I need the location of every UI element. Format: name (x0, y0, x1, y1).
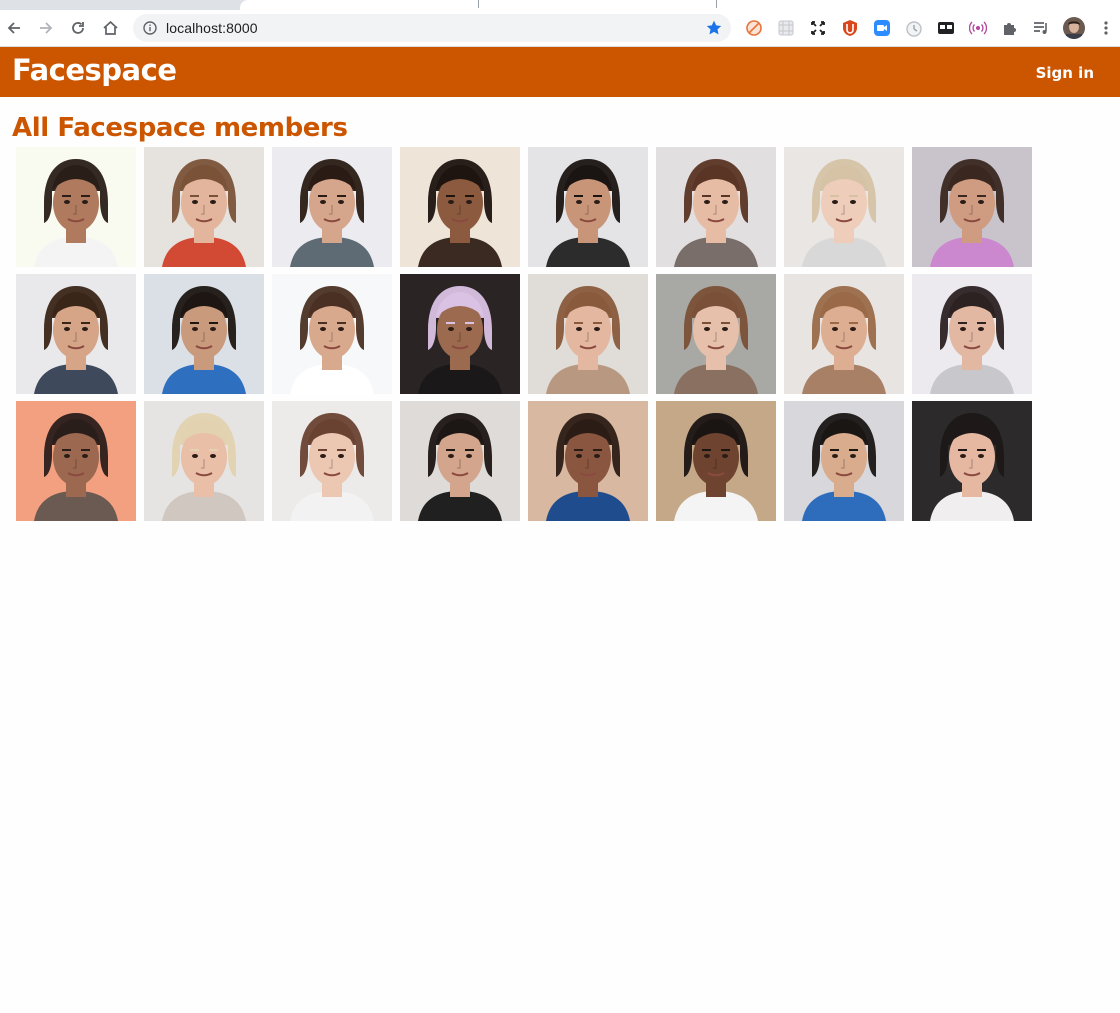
browser-menu-button[interactable] (1096, 18, 1116, 38)
member-avatar-tile[interactable] (144, 401, 264, 521)
tab-separator (478, 0, 479, 8)
extensions-button[interactable] (1000, 18, 1020, 38)
member-avatar-tile[interactable] (272, 401, 392, 521)
site-info-icon[interactable] (143, 21, 157, 35)
member-photo (912, 274, 1032, 394)
member-avatar-tile[interactable] (400, 147, 520, 267)
member-avatar-tile[interactable] (528, 147, 648, 267)
member-photo (400, 401, 520, 521)
reload-button[interactable] (64, 14, 92, 42)
member-photo (784, 401, 904, 521)
extension-icon[interactable] (904, 18, 924, 38)
forward-button[interactable] (32, 14, 60, 42)
extension-icon[interactable] (872, 18, 892, 38)
member-photo (144, 147, 264, 267)
site-header: Facespace Sign in (0, 47, 1120, 97)
member-photo (784, 274, 904, 394)
member-avatar-tile[interactable] (912, 401, 1032, 521)
member-avatar-tile[interactable] (144, 147, 264, 267)
member-avatar-tile[interactable] (272, 147, 392, 267)
broadcast-icon (969, 21, 987, 35)
member-avatar-tile[interactable] (16, 147, 136, 267)
member-avatar-tile[interactable] (528, 274, 648, 394)
member-photo (400, 147, 520, 267)
extension-icon[interactable] (808, 18, 828, 38)
member-photo (656, 401, 776, 521)
tab-separator (716, 0, 717, 8)
member-photo (912, 147, 1032, 267)
site-logo[interactable]: Facespace (12, 53, 177, 87)
no-tracking-icon (746, 20, 762, 36)
member-avatar-tile[interactable] (784, 147, 904, 267)
puzzle-icon (1004, 23, 1016, 35)
member-photo (912, 401, 1032, 521)
extension-icon[interactable] (936, 18, 956, 38)
back-arrow-icon (7, 22, 20, 34)
extension-icon[interactable] (968, 18, 988, 38)
member-photo (144, 274, 264, 394)
member-avatar-tile[interactable] (272, 274, 392, 394)
member-photo (272, 274, 392, 394)
reload-icon (72, 22, 84, 34)
member-avatar-tile[interactable] (912, 274, 1032, 394)
member-photo (16, 274, 136, 394)
tab-manager-icon (938, 22, 954, 34)
active-tab[interactable] (240, 0, 1120, 10)
member-photo (784, 147, 904, 267)
member-avatar-tile[interactable] (656, 401, 776, 521)
more-vertical-icon (1104, 21, 1108, 35)
extension-icon[interactable] (744, 18, 764, 38)
timer-icon (906, 21, 922, 37)
member-avatar-tile[interactable] (400, 401, 520, 521)
page-title: All Facespace members (12, 113, 348, 143)
member-avatar-tile[interactable] (16, 401, 136, 521)
member-photo (528, 147, 648, 267)
member-photo (16, 147, 136, 267)
member-photo (272, 147, 392, 267)
extension-icon[interactable] (776, 18, 796, 38)
member-photo (656, 147, 776, 267)
browser-toolbar: localhost:8000 (0, 10, 1120, 47)
expand-icon (811, 21, 825, 35)
playlist-icon (1034, 22, 1047, 34)
member-avatar-tile[interactable] (656, 274, 776, 394)
video-camera-icon (874, 20, 890, 36)
member-grid (16, 147, 1032, 521)
member-photo (400, 274, 520, 394)
media-control-button[interactable] (1031, 18, 1051, 38)
member-photo (528, 401, 648, 521)
member-avatar-tile[interactable] (144, 274, 264, 394)
bookmark-star-icon[interactable] (705, 19, 723, 37)
home-icon (102, 20, 118, 35)
forward-arrow-icon (40, 22, 53, 34)
member-photo (656, 274, 776, 394)
url-text: localhost:8000 (166, 20, 258, 36)
member-avatar-tile[interactable] (16, 274, 136, 394)
member-avatar-tile[interactable] (784, 274, 904, 394)
member-avatar-tile[interactable] (528, 401, 648, 521)
member-avatar-tile[interactable] (784, 401, 904, 521)
back-button[interactable] (0, 14, 28, 42)
member-photo (16, 401, 136, 521)
address-bar[interactable]: localhost:8000 (133, 14, 731, 42)
avatar (1063, 17, 1085, 39)
tab-strip (0, 0, 1120, 10)
member-avatar-tile[interactable] (656, 147, 776, 267)
member-avatar-tile[interactable] (912, 147, 1032, 267)
profile-button[interactable] (1062, 16, 1086, 40)
sign-in-link[interactable]: Sign in (1036, 64, 1094, 82)
grid-extension-icon (778, 20, 794, 36)
member-photo (144, 401, 264, 521)
member-photo (528, 274, 648, 394)
member-photo (272, 401, 392, 521)
ublock-icon (843, 20, 857, 36)
member-avatar-tile[interactable] (400, 274, 520, 394)
home-button[interactable] (96, 14, 124, 42)
extension-icon[interactable] (840, 18, 860, 38)
